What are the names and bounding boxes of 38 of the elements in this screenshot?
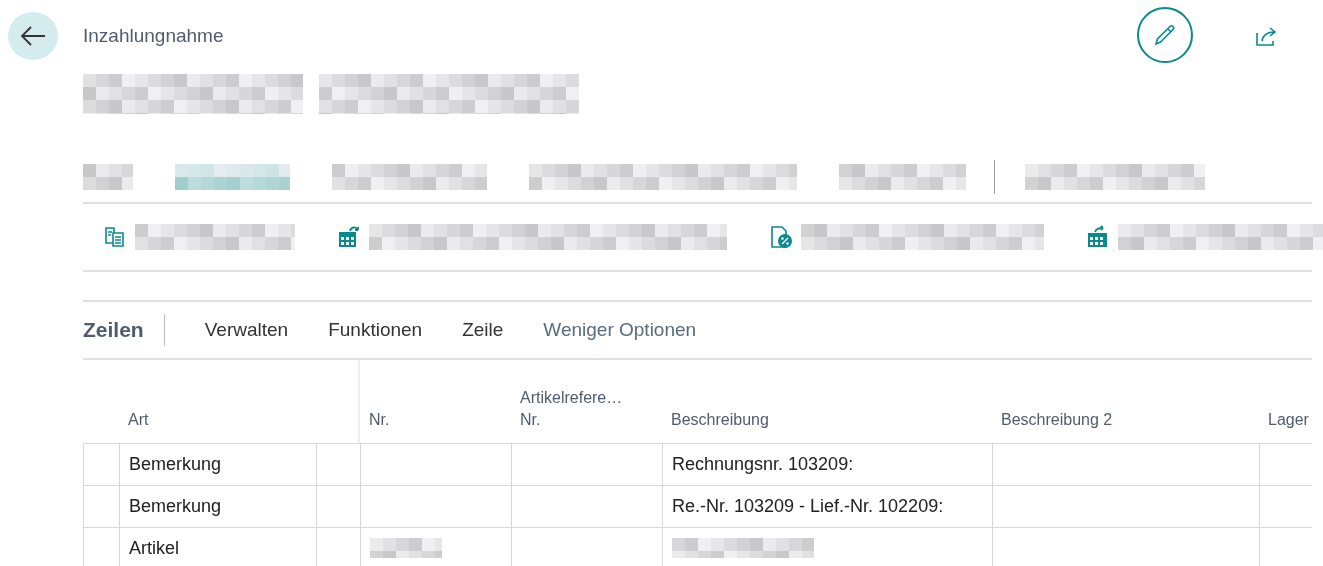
page-title: Inzahlungnahme: [83, 25, 224, 47]
column-header[interactable]: Beschreibung 2: [992, 360, 1259, 443]
back-button[interactable]: [8, 12, 58, 60]
options-link[interactable]: Weniger Optionen: [543, 319, 697, 341]
back-arrow-icon: [20, 26, 46, 46]
table-cell: [316, 443, 360, 485]
tab[interactable]: [175, 164, 290, 190]
edit-button[interactable]: [1137, 7, 1193, 63]
share-icon: [1255, 25, 1279, 47]
table-cell: [316, 485, 360, 527]
row-selector[interactable]: [83, 485, 119, 527]
tab[interactable]: [332, 164, 487, 190]
column-header[interactable]: Nr.: [360, 360, 511, 443]
row-selector[interactable]: [83, 527, 119, 566]
column-header[interactable]: Beschreibung: [662, 360, 992, 443]
table-cell: [1259, 527, 1312, 566]
menu-button[interactable]: Verwalten: [204, 319, 289, 341]
row-selector[interactable]: [83, 443, 119, 485]
tab[interactable]: [83, 164, 133, 190]
pencil-icon: [1153, 23, 1177, 47]
table-cell: Artikel: [119, 527, 316, 566]
redacted-text: [370, 538, 442, 558]
column-header[interactable]: Artikelrefere… Nr.: [511, 360, 662, 443]
table-cell: [1259, 443, 1312, 485]
column-header[interactable]: Art: [83, 360, 360, 443]
menu-button[interactable]: Funktionen: [328, 319, 423, 341]
share-button[interactable]: [1255, 25, 1279, 47]
table-cell: Re.-Nr. 103209 - Lief.-Nr. 102209:: [672, 496, 944, 517]
menu-button[interactable]: Zeile: [462, 319, 504, 341]
tab[interactable]: [1025, 164, 1205, 190]
table-cell: [1259, 485, 1312, 527]
section-title: Zeilen: [83, 314, 165, 346]
table-cell: Bemerkung: [119, 485, 316, 527]
table-cell: Rechnungsnr. 103209:: [672, 454, 854, 475]
table-cell: Bemerkung: [119, 443, 316, 485]
tab[interactable]: [529, 164, 797, 190]
column-header[interactable]: Lager: [1259, 360, 1312, 443]
tab[interactable]: [839, 164, 966, 190]
